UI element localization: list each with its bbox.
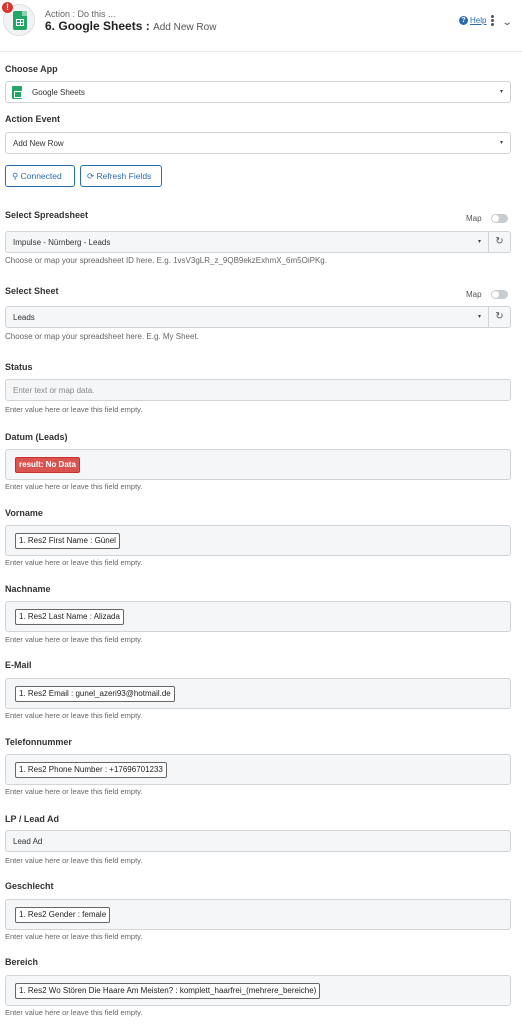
sheet-value: Leads [13,313,35,322]
telefon-hint: Enter value here or leave this field emp… [5,787,143,796]
connected-button[interactable]: ⚲ Connected [5,165,75,187]
nachname-mapped-pill[interactable]: 1. Res2 Last Name : Alizada [15,609,124,625]
datum-hint: Enter value here or leave this field emp… [5,482,143,491]
lp-value: Lead Ad [13,837,43,846]
lp-label: LP / Lead Ad [5,814,60,824]
status-placeholder: Enter text or map data. [13,386,95,395]
google-sheets-icon [13,11,27,30]
plug-icon: ⚲ [12,171,19,181]
select-sheet-label: Select Sheet [5,286,59,296]
vorname-label: Vorname [5,508,43,518]
step-event-name: Add New Row [153,22,217,33]
geschlecht-label: Geschlecht [5,881,54,891]
email-input[interactable]: 1. Res2 Email : gunel_azeri93@hotmail.de [5,678,511,709]
bereich-input[interactable]: 1. Res2 Wo Stören Die Haare Am Meisten? … [5,975,511,1006]
status-input[interactable]: Enter text or map data. [5,379,511,401]
spreadsheet-value: Impulse - Nürnberg - Leads [13,238,111,247]
step-app-name: Google Sheets [58,19,143,33]
help-link[interactable]: ? Help [459,16,486,25]
sheet-select[interactable]: Leads ▾ [5,306,489,328]
step-title: 6. Google Sheets : Add New Row [45,19,216,33]
telefon-input[interactable]: 1. Res2 Phone Number : +17696701233 [5,754,511,785]
collapse-chevron-icon[interactable]: ⌄ [502,17,513,28]
spreadsheet-select[interactable]: Impulse - Nürnberg - Leads ▾ [5,231,489,253]
choose-app-select[interactable]: Google Sheets ▾ [5,81,511,103]
nachname-input[interactable]: 1. Res2 Last Name : Alizada [5,601,511,632]
connected-button-label: Connected [20,171,62,181]
sheet-map-label: Map [466,290,482,299]
spreadsheet-refresh-icon[interactable]: ↻ [488,231,511,253]
dropdown-caret-icon: ▾ [499,89,503,95]
geschlecht-input[interactable]: 1. Res2 Gender : female [5,899,511,930]
step-title-separator: : [145,19,150,33]
more-options-icon[interactable] [491,15,495,27]
sheet-refresh-icon[interactable]: ↻ [488,306,511,328]
google-sheets-icon [12,86,22,99]
bereich-label: Bereich [5,957,39,967]
nachname-label: Nachname [5,584,51,594]
telefon-mapped-pill[interactable]: 1. Res2 Phone Number : +17696701233 [15,762,167,778]
status-hint: Enter value here or leave this field emp… [5,405,143,414]
datum-label: Datum (Leads) [5,432,68,442]
action-event-select[interactable]: Add New Row ▾ [5,132,511,154]
bereich-mapped-pill[interactable]: 1. Res2 Wo Stören Die Haare Am Meisten? … [15,983,321,999]
dropdown-caret-icon: ▾ [499,140,503,146]
email-hint: Enter value here or leave this field emp… [5,711,143,720]
telefon-label: Telefonnummer [5,737,72,747]
status-label: Status [5,362,33,372]
help-icon: ? [459,16,468,25]
datum-input[interactable]: result: No Data [5,449,511,480]
select-spreadsheet-label: Select Spreadsheet [5,210,89,220]
sheet-hint: Choose or map your spreadsheet here. E.g… [5,332,199,341]
spreadsheet-map-toggle[interactable] [491,214,508,223]
bereich-hint: Enter value here or leave this field emp… [5,1008,143,1017]
geschlecht-mapped-pill[interactable]: 1. Res2 Gender : female [15,907,111,923]
lp-input[interactable]: Lead Ad [5,830,511,852]
spreadsheet-map-label: Map [466,214,482,223]
vorname-hint: Enter value here or leave this field emp… [5,558,143,567]
geschlecht-hint: Enter value here or leave this field emp… [5,932,143,941]
action-event-label: Action Event [5,114,61,124]
email-label: E-Mail [5,660,32,670]
nachname-hint: Enter value here or leave this field emp… [5,635,143,644]
email-mapped-pill[interactable]: 1. Res2 Email : gunel_azeri93@hotmail.de [15,686,175,702]
vorname-mapped-pill[interactable]: 1. Res2 First Name : Günel [15,533,120,549]
step-type-label: Action : Do this ... [45,9,116,19]
step-number: 6. [45,19,56,33]
choose-app-label: Choose App [5,64,58,74]
alert-icon: ! [2,2,13,13]
dropdown-caret-icon: ▾ [477,314,481,320]
spreadsheet-hint: Choose or map your spreadsheet ID here. … [5,256,327,265]
refresh-fields-label: Refresh Fields [96,171,152,181]
vorname-input[interactable]: 1. Res2 First Name : Günel [5,525,511,556]
step-header[interactable]: ! Action : Do this ... 6. Google Sheets … [0,0,522,52]
lp-hint: Enter value here or leave this field emp… [5,856,143,865]
datum-mapped-pill[interactable]: result: No Data [15,457,80,473]
action-event-value: Add New Row [13,139,64,148]
dropdown-caret-icon: ▾ [477,239,481,245]
sheet-map-toggle[interactable] [491,290,508,299]
sync-icon: ⟳ [87,171,95,181]
refresh-fields-button[interactable]: ⟳ Refresh Fields [80,165,162,187]
choose-app-value: Google Sheets [32,88,85,97]
help-label: Help [470,16,487,25]
